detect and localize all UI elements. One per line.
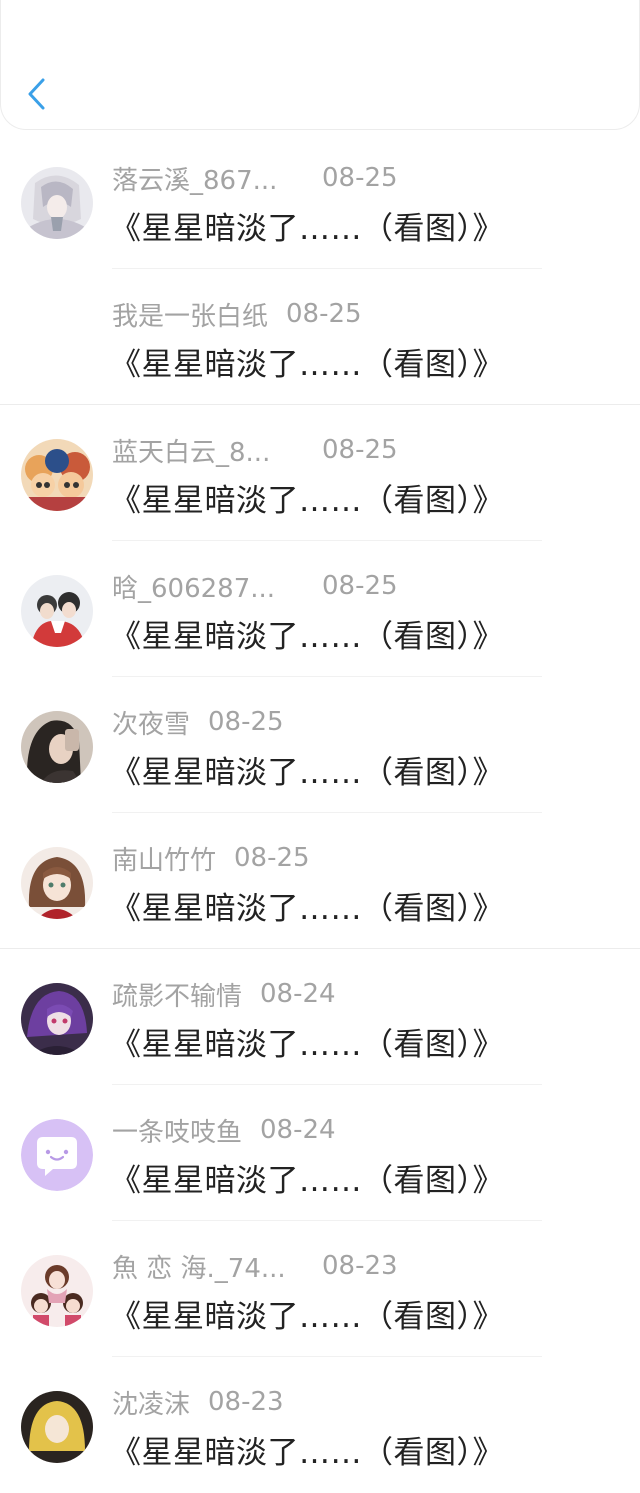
item-meta: 落云溪_867... 08-25 [112,160,398,197]
chevron-left-icon [26,77,48,115]
list-item[interactable]: 我是一张白纸 08-25 《星星暗淡了……（看图）》 [0,269,640,405]
user-name[interactable]: 次夜雪 [112,704,190,741]
list-item[interactable]: 次夜雪 08-25 《星星暗淡了……（看图）》 [0,677,640,813]
avatar[interactable] [21,847,93,919]
item-date: 08-25 [322,163,398,193]
list-item[interactable]: 蓝天白云_8... 08-25 《星星暗淡了……（看图）》 [0,405,640,541]
top-bar [0,0,640,130]
user-name[interactable]: 南山竹竹 [112,840,216,877]
item-title[interactable]: 《星星暗淡了……（看图）》 [110,1291,504,1336]
avatar[interactable] [21,983,93,1055]
avatar[interactable] [21,1255,93,1327]
item-meta: 次夜雪 08-25 [112,704,284,741]
avatar[interactable] [21,711,93,783]
user-name[interactable]: 蓝天白云_8... [112,432,300,469]
list-item[interactable]: 一条吱吱鱼 08-24 《星星暗淡了……（看图）》 [0,1085,640,1221]
user-name[interactable]: 晗_606287... [112,568,300,605]
user-name[interactable]: 魚 恋 海._74... [112,1248,300,1285]
avatar[interactable] [21,575,93,647]
user-name[interactable]: 沈凌沫 [112,1384,190,1421]
item-meta: 蓝天白云_8... 08-25 [112,432,398,469]
item-date: 08-25 [322,571,398,601]
item-date: 08-23 [208,1387,284,1417]
item-title[interactable]: 《星星暗淡了……（看图）》 [110,1427,504,1472]
list-item[interactable]: 魚 恋 海._74... 08-23 《星星暗淡了……（看图）》 [0,1221,640,1357]
list-item[interactable]: 晗_606287... 08-25 《星星暗淡了……（看图）》 [0,541,640,677]
item-meta: 一条吱吱鱼 08-24 [112,1112,336,1149]
avatar[interactable] [21,1119,93,1191]
item-title[interactable]: 《星星暗淡了……（看图）》 [110,611,504,656]
item-title[interactable]: 《星星暗淡了……（看图）》 [110,747,504,792]
item-title[interactable]: 《星星暗淡了……（看图）》 [110,1019,504,1064]
item-title[interactable]: 《星星暗淡了……（看图）》 [110,475,504,520]
item-date: 08-25 [208,707,284,737]
list-item[interactable]: 南山竹竹 08-25 《星星暗淡了……（看图）》 [0,813,640,949]
item-meta: 南山竹竹 08-25 [112,840,310,877]
list-item[interactable]: 沈凌沫 08-23 《星星暗淡了……（看图）》 [0,1357,640,1493]
item-date: 08-24 [260,1115,336,1145]
item-meta: 魚 恋 海._74... 08-23 [112,1248,398,1285]
item-meta: 我是一张白纸 08-25 [112,296,362,333]
user-name[interactable]: 落云溪_867... [112,160,300,197]
list-item[interactable]: 落云溪_867... 08-25 《星星暗淡了……（看图）》 [0,133,640,269]
item-date: 08-25 [234,843,310,873]
back-button[interactable] [17,72,57,120]
item-date: 08-25 [322,435,398,465]
item-date: 08-24 [260,979,336,1009]
item-date: 08-25 [286,299,362,329]
user-name[interactable]: 一条吱吱鱼 [112,1112,242,1149]
item-title[interactable]: 《星星暗淡了……（看图）》 [110,203,504,248]
item-title[interactable]: 《星星暗淡了……（看图）》 [110,339,504,384]
item-title[interactable]: 《星星暗淡了……（看图）》 [110,1155,504,1200]
item-meta: 晗_606287... 08-25 [112,568,398,605]
user-name[interactable]: 疏影不输情 [112,976,242,1013]
list-item[interactable]: 疏影不输情 08-24 《星星暗淡了……（看图）》 [0,949,640,1085]
item-title[interactable]: 《星星暗淡了……（看图）》 [110,883,504,928]
avatar[interactable] [21,167,93,239]
comment-list: 落云溪_867... 08-25 《星星暗淡了……（看图）》 我是一张白纸 08… [0,133,640,1493]
user-name[interactable]: 我是一张白纸 [112,296,268,333]
item-meta: 疏影不输情 08-24 [112,976,336,1013]
item-meta: 沈凌沫 08-23 [112,1384,284,1421]
item-date: 08-23 [322,1251,398,1281]
avatar[interactable] [21,1391,93,1463]
avatar[interactable] [21,439,93,511]
